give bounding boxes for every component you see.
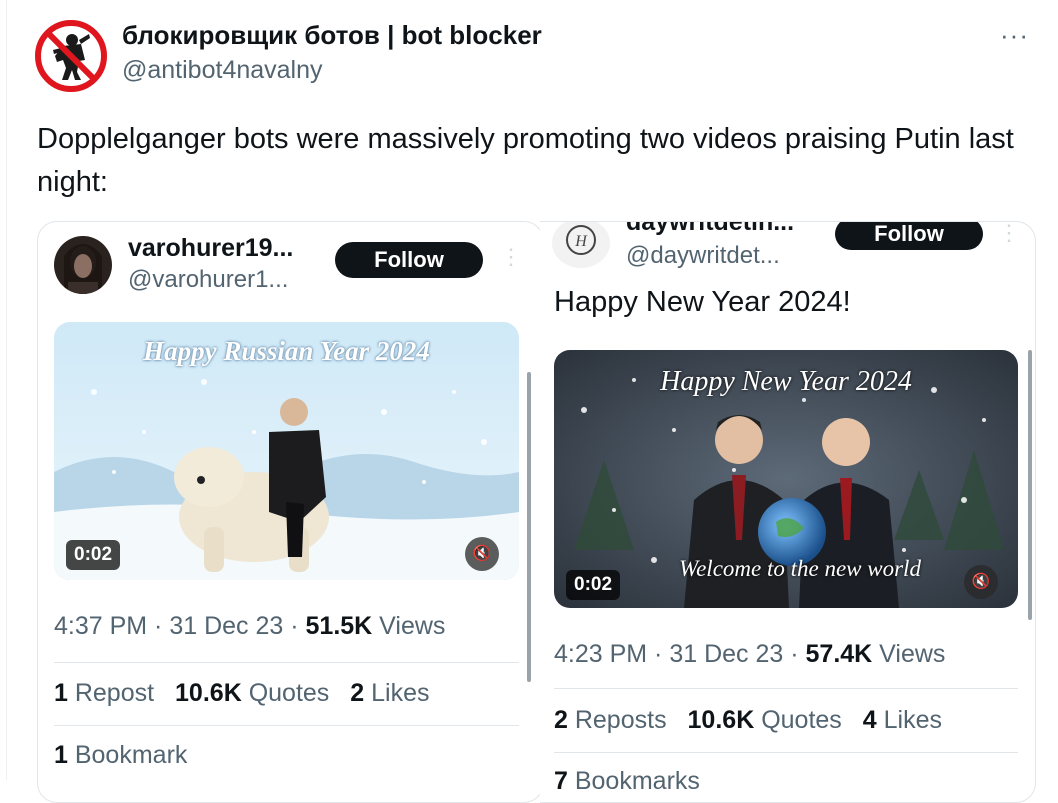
quotes-stat[interactable]: 10.6K Quotes	[175, 679, 329, 707]
embed-author-name[interactable]: varohurer19...	[128, 234, 293, 263]
author-handle[interactable]: @antibot4navalny	[122, 56, 323, 85]
frame-edge	[6, 0, 7, 780]
divider	[554, 752, 1018, 753]
follow-button[interactable]: Follow	[835, 222, 983, 250]
engagement-stats: 2 Reposts 10.6K Quotes 4 Likes	[554, 706, 942, 735]
embed-avatar[interactable]: H	[552, 222, 610, 268]
embed-avatar[interactable]	[54, 236, 112, 294]
divider	[554, 688, 1018, 689]
embed-author-handle[interactable]: @daywritdet...	[626, 242, 780, 270]
video-player[interactable]: Happy New Year 2024 Welcome to the new w…	[554, 350, 1018, 608]
more-options-icon[interactable]: ···	[1000, 20, 1029, 51]
engagement-stats: 1 Repost 10.6K Quotes 2 Likes	[54, 679, 429, 708]
no-bots-sign-icon	[35, 20, 107, 92]
author-avatar[interactable]	[35, 20, 107, 92]
embed-timestamp: 4:37 PM · 31 Dec 23 · 51.5K Views	[54, 612, 446, 640]
video-duration: 0:02	[66, 540, 121, 570]
likes-stat[interactable]: 2 Likes	[350, 679, 429, 707]
views-count: 57.4K	[805, 640, 873, 668]
quotes-stat[interactable]: 10.6K Quotes	[688, 706, 842, 734]
likes-stat[interactable]: 4 Likes	[863, 706, 942, 734]
bookmarks-stat[interactable]: 1 Bookmark	[54, 741, 187, 770]
embedded-tweet-right[interactable]: H daywritdetin... @daywritdet... Follow …	[540, 221, 1036, 803]
embed-tweet-text: Happy New Year 2024!	[554, 286, 851, 318]
divider	[54, 725, 519, 726]
tweet-text: Dopplelganger bots were massively promot…	[37, 123, 1014, 198]
reposts-stat[interactable]: 2 Reposts	[554, 706, 667, 734]
kebab-menu-icon[interactable]: ⋮	[998, 222, 1020, 246]
author-name[interactable]: блокировщик ботов | bot blocker	[122, 20, 542, 51]
kebab-menu-icon[interactable]: ⋮	[500, 244, 522, 270]
divider	[54, 662, 519, 663]
video-overlay-title: Happy New Year 2024	[660, 366, 912, 397]
svg-text:H: H	[574, 233, 588, 250]
embed-author-handle[interactable]: @varohurer1...	[128, 266, 288, 294]
scrollbar[interactable]	[527, 372, 531, 682]
mute-icon[interactable]: 🔇	[465, 537, 499, 571]
video-overlay-title: Happy Russian Year 2024	[143, 336, 430, 366]
embedded-tweet-left[interactable]: varohurer19... @varohurer1... Follow ⋮ H…	[37, 221, 544, 803]
video-overlay-caption: Welcome to the new world	[679, 556, 921, 581]
video-duration: 0:02	[566, 570, 621, 600]
embed-author-name[interactable]: daywritdetin...	[626, 222, 794, 237]
bookmarks-stat[interactable]: 7 Bookmarks	[554, 767, 700, 796]
embed-timestamp: 4:23 PM · 31 Dec 23 · 57.4K Views	[554, 640, 946, 668]
follow-button[interactable]: Follow	[335, 242, 483, 278]
scrollbar[interactable]	[1028, 350, 1032, 620]
video-player[interactable]: Happy Russian Year 2024 0:02 🔇	[54, 322, 519, 580]
views-count: 51.5K	[305, 612, 373, 640]
mute-icon[interactable]: 🔇	[964, 565, 998, 599]
reposts-stat[interactable]: 1 Repost	[54, 679, 154, 707]
